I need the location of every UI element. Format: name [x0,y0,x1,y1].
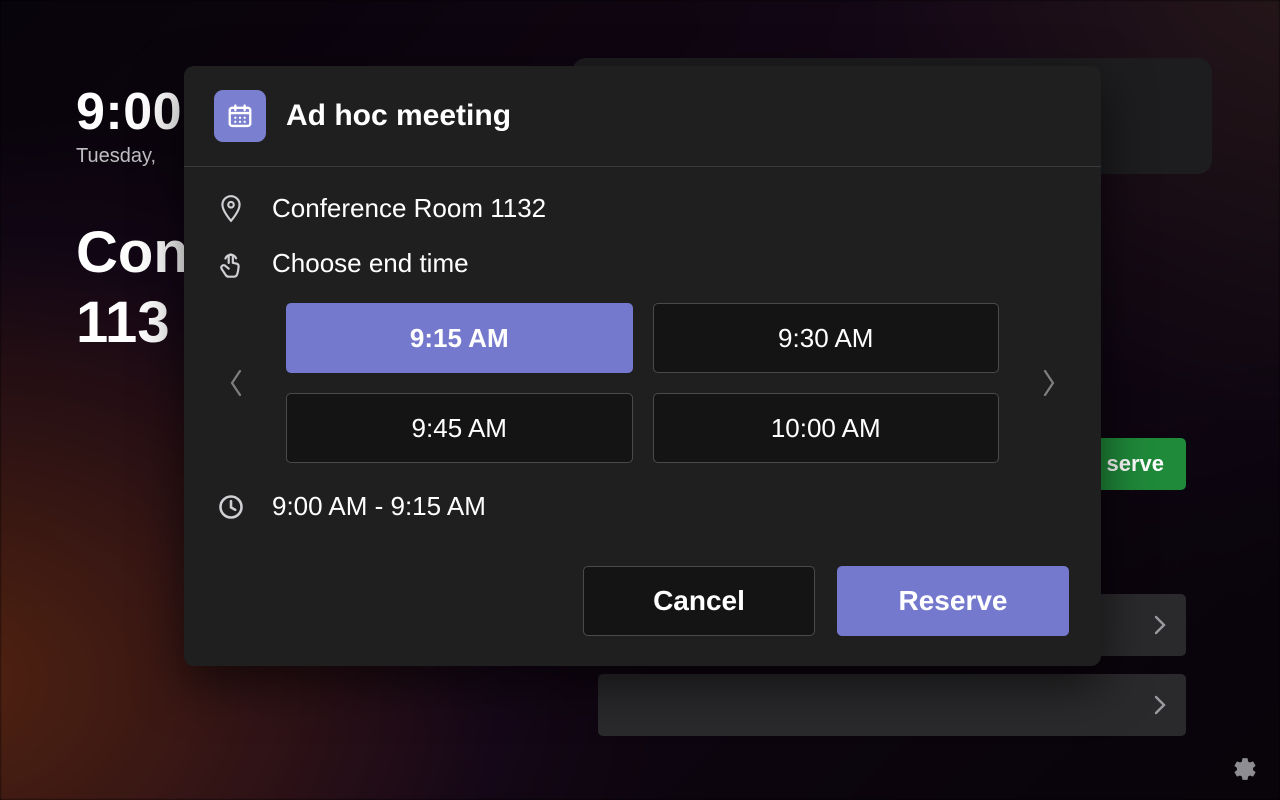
tap-gesture-icon [216,249,246,279]
time-slot[interactable]: 10:00 AM [653,393,1000,463]
clock-time: 9:00 [76,82,182,142]
dialog-title: Ad hoc meeting [286,99,511,133]
time-summary-row: 9:00 AM - 9:15 AM [216,491,1069,522]
time-grid: 9:15 AM 9:30 AM 9:45 AM 10:00 AM [286,303,999,463]
dialog-header: Ad hoc meeting [184,66,1101,167]
gear-icon[interactable] [1232,756,1258,782]
time-slot[interactable]: 9:30 AM [653,303,1000,373]
time-slot[interactable]: 9:15 AM [286,303,633,373]
reserve-button[interactable]: Reserve [837,566,1069,636]
room-title-line2: 113 [76,290,170,355]
choose-end-time-label: Choose end time [272,248,469,279]
chevron-right-icon [1154,615,1166,635]
adhoc-meeting-dialog: Ad hoc meeting Conference Room 1132 Choo… [184,66,1101,666]
time-chooser: 9:15 AM 9:30 AM 9:45 AM 10:00 AM [216,303,1069,463]
room-name: Conference Room 1132 [272,193,546,224]
clock-icon [216,493,246,521]
choose-end-time-row: Choose end time [216,248,1069,279]
room-title: Con 113 [76,218,189,357]
reserve-room-button-bg-label: serve [1106,451,1164,477]
room-title-line1: Con [76,220,189,285]
chevron-right-icon [1154,695,1166,715]
dialog-actions: Cancel Reserve [216,566,1069,636]
calendar-app-icon [214,90,266,142]
dialog-body: Conference Room 1132 Choose end time 9:1… [184,167,1101,666]
prev-times-button[interactable] [216,368,256,398]
cancel-button[interactable]: Cancel [583,566,815,636]
upcoming-item[interactable] [598,674,1186,736]
room-row: Conference Room 1132 [216,193,1069,224]
time-slot[interactable]: 9:45 AM [286,393,633,463]
next-times-button[interactable] [1029,368,1069,398]
clock-date: Tuesday, [76,145,156,168]
time-summary: 9:00 AM - 9:15 AM [272,491,486,522]
location-pin-icon [216,194,246,224]
